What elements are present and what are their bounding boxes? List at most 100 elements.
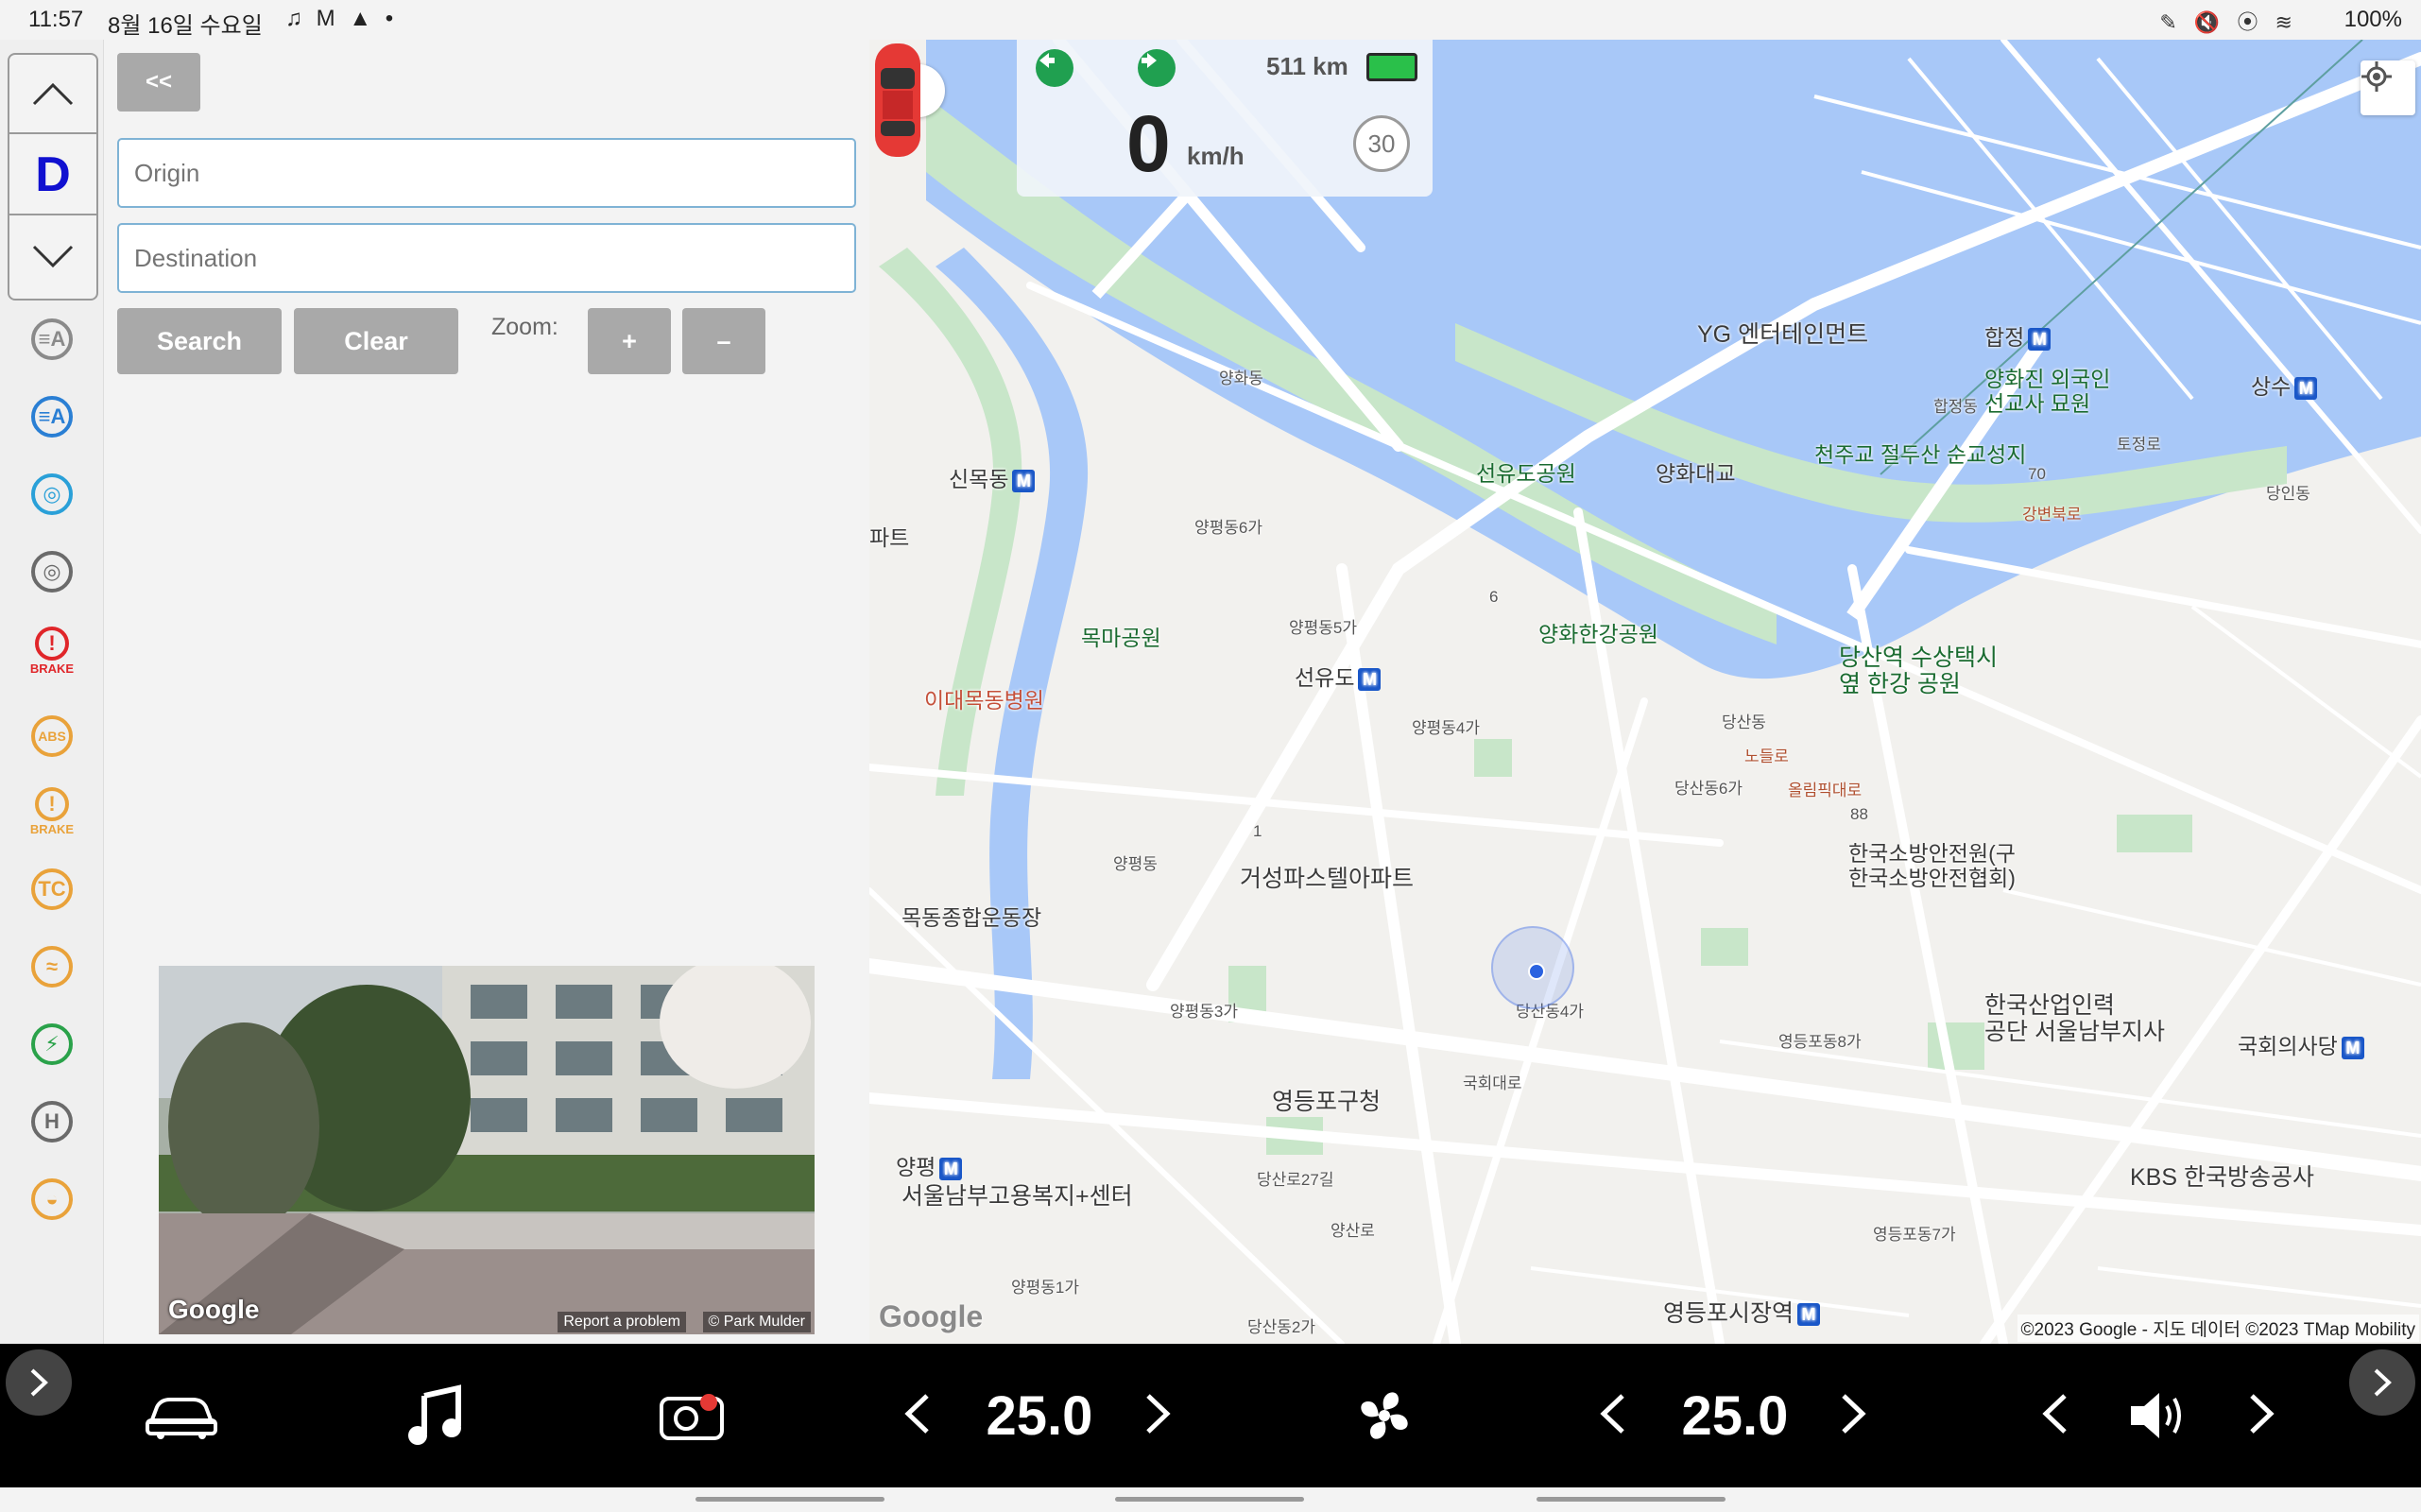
- volume-increase-button[interactable]: [2234, 1376, 2291, 1452]
- hold-icon: H: [25, 1094, 79, 1149]
- stability-control-symbol: ≈: [31, 946, 73, 988]
- map-label-tojeongro: 토정로: [2117, 436, 2161, 454]
- metro-icon: M: [1358, 667, 1382, 691]
- map-label-jeoldusan[interactable]: 천주교 절두산 순교성지: [1814, 437, 2026, 469]
- gear-up-button[interactable]: [9, 55, 96, 134]
- map-label-dangsan-taxi[interactable]: 당산역 수상택시 옆 한강 공원: [1839, 644, 1998, 697]
- map-label-dangsandong: 당산동: [1722, 713, 1766, 731]
- map-label-dangsan6: 당산동6가: [1674, 780, 1743, 798]
- nav-pill-center[interactable]: [1115, 1497, 1304, 1502]
- current-location-marker: [1491, 926, 1574, 1009]
- map-label-fire-institute[interactable]: 한국소방안전원(구 한국소방안전협회): [1848, 841, 2016, 890]
- navigation-panel: << Search Clear Zoom: + –: [104, 40, 869, 1344]
- chevron-right-icon: [2250, 1394, 2275, 1434]
- map-label-yanghwa-hangang[interactable]: 양화한강공원: [1538, 616, 1658, 648]
- map-label-assembly[interactable]: 국회의사당 M: [2238, 1028, 2364, 1060]
- metro-icon: M: [2341, 1036, 2364, 1059]
- music-icon[interactable]: [397, 1378, 476, 1453]
- search-button[interactable]: Search: [117, 308, 282, 374]
- passenger-temp-decrease-button[interactable]: [1584, 1376, 1640, 1452]
- map-label-yanghwajin[interactable]: 양화진 외국인 선교사 묘원: [1984, 367, 2110, 416]
- chevron-left-icon: [904, 1394, 929, 1434]
- map-label-ewha-hospital[interactable]: 이대목동병원: [924, 682, 1044, 714]
- destination-input[interactable]: [117, 223, 856, 293]
- map-label-yeongdeungpo-office[interactable]: 영등포구청: [1272, 1083, 1381, 1117]
- left-drawer-button[interactable]: [6, 1349, 72, 1416]
- passenger-temp-increase-button[interactable]: [1826, 1376, 1882, 1452]
- map-label-dangindong: 당인동: [2266, 485, 2310, 503]
- steering-wheel-symbol: ◎: [31, 551, 73, 593]
- collapse-panel-button[interactable]: <<: [117, 53, 200, 112]
- map-label-seonyudo-park[interactable]: 선유도공원: [1476, 455, 1576, 488]
- map-label-yg[interactable]: YG 엔터테인먼트: [1697, 316, 1868, 350]
- nav-pill-left[interactable]: [695, 1497, 884, 1502]
- report-problem-link[interactable]: Report a problem: [558, 1312, 686, 1332]
- my-location-button[interactable]: [2361, 60, 2415, 115]
- gear-down-button[interactable]: [9, 217, 96, 297]
- traction-control-symbol: TC: [31, 868, 73, 910]
- street-view-copyright: © Park Mulder: [702, 1312, 811, 1332]
- street-view-brand: Google: [168, 1295, 260, 1324]
- map-label-mokdong-stadium[interactable]: 목동종합운동장: [901, 900, 1041, 932]
- abs-icon: ABS: [25, 709, 79, 764]
- map-label-yangpyeong-station[interactable]: 양평 M: [896, 1149, 963, 1181]
- map-label-route70: 70: [2028, 465, 2046, 483]
- turn-signal-left-icon: [1036, 49, 1073, 87]
- map-label-hapjeong[interactable]: 합정 M: [1984, 319, 2052, 352]
- map-label-mokma-park[interactable]: 목마공원: [1081, 620, 1161, 652]
- street-view-image[interactable]: Google Report a problem © Park Mulder: [159, 966, 815, 1334]
- map-label-seoul-south-welfare[interactable]: 서울남부고용복지+센터: [901, 1177, 1133, 1211]
- low-beam-symbol: ≡A: [31, 318, 73, 360]
- driver-temp-increase-button[interactable]: [1130, 1376, 1187, 1452]
- chevron-down-icon: [32, 245, 74, 268]
- zoom-in-button[interactable]: +: [588, 308, 671, 374]
- abs-symbol: ABS: [31, 715, 73, 757]
- map-label-yangpyeong6: 양평동6가: [1194, 519, 1263, 537]
- map-label-yangpyeong3: 양평동3가: [1170, 1003, 1239, 1021]
- chevron-right-icon: [2374, 1368, 2392, 1397]
- status-time: 11:57: [28, 7, 84, 32]
- ev-charge-symbol: ⚡: [31, 1023, 73, 1065]
- map-label-market-station[interactable]: 영등포시장역 M: [1663, 1295, 1821, 1329]
- car-icon[interactable]: [142, 1382, 221, 1448]
- collision-warning-symbol: ◒: [31, 1178, 73, 1220]
- chevron-up-icon: [32, 82, 74, 106]
- map-label-hapjeongdong: 합정동: [1933, 398, 1978, 416]
- telltale-label: BRAKE: [29, 662, 75, 676]
- speed-unit: km/h: [1187, 142, 1245, 170]
- map-label-yanghwa-bridge: 양화대교: [1656, 461, 1736, 486]
- dashcam-icon[interactable]: [652, 1378, 731, 1453]
- map-label-geoseong[interactable]: 거성파스텔아파트: [1240, 860, 1414, 894]
- chevron-right-icon: [1146, 1394, 1171, 1434]
- map-label-sinmokdong[interactable]: 신목동 M: [949, 461, 1036, 493]
- telltale-label: BRAKE: [29, 822, 75, 836]
- map-label-kpc[interactable]: 한국산업인력 공단 서울남부지사: [1984, 992, 2165, 1045]
- map-label-yangpyeong5: 양평동5가: [1289, 619, 1358, 637]
- map-label-dangsan2: 당산동2가: [1247, 1318, 1316, 1336]
- volume-decrease-button[interactable]: [2026, 1376, 2083, 1452]
- battery-percentage: 100%: [2344, 7, 2402, 32]
- metro-icon: M: [1012, 469, 1036, 492]
- metro-icon: M: [2028, 327, 2052, 351]
- fan-icon[interactable]: [1342, 1376, 1427, 1455]
- map-view[interactable]: YG 엔터테인먼트 합정 M 양화진 외국인 선교사 묘원 합정동 상수 M 토정로…: [869, 40, 2421, 1344]
- zoom-out-button[interactable]: –: [682, 308, 765, 374]
- ev-charge-icon: ⚡: [25, 1017, 79, 1072]
- map-label-olympic: 올림픽대로: [1788, 782, 1863, 799]
- map-label-kbs[interactable]: KBS 한국방송공사: [2130, 1159, 2314, 1193]
- brake-warning-icon: ! BRAKE: [25, 624, 79, 679]
- map-label-yeongdeungpo7: 영등포동7가: [1873, 1226, 1956, 1244]
- origin-input[interactable]: [117, 138, 856, 208]
- clear-button[interactable]: Clear: [294, 308, 458, 374]
- map-label-route6: 6: [1489, 588, 1499, 606]
- map-label-noduldo: 노들로: [1744, 747, 1789, 765]
- vehicle-marker-icon: [875, 43, 920, 157]
- map-label-yangsanro: 양산로: [1331, 1222, 1375, 1240]
- volume-icon: [2121, 1376, 2196, 1455]
- nav-pill-right[interactable]: [1537, 1497, 1726, 1502]
- right-drawer-button[interactable]: [2349, 1349, 2415, 1416]
- driver-temp-decrease-button[interactable]: [888, 1376, 945, 1452]
- map-label-seonyudo[interactable]: 선유도 M: [1295, 660, 1382, 692]
- map-label-sangsu[interactable]: 상수 M: [2251, 369, 2318, 401]
- stability-control-icon: ≈: [25, 939, 79, 994]
